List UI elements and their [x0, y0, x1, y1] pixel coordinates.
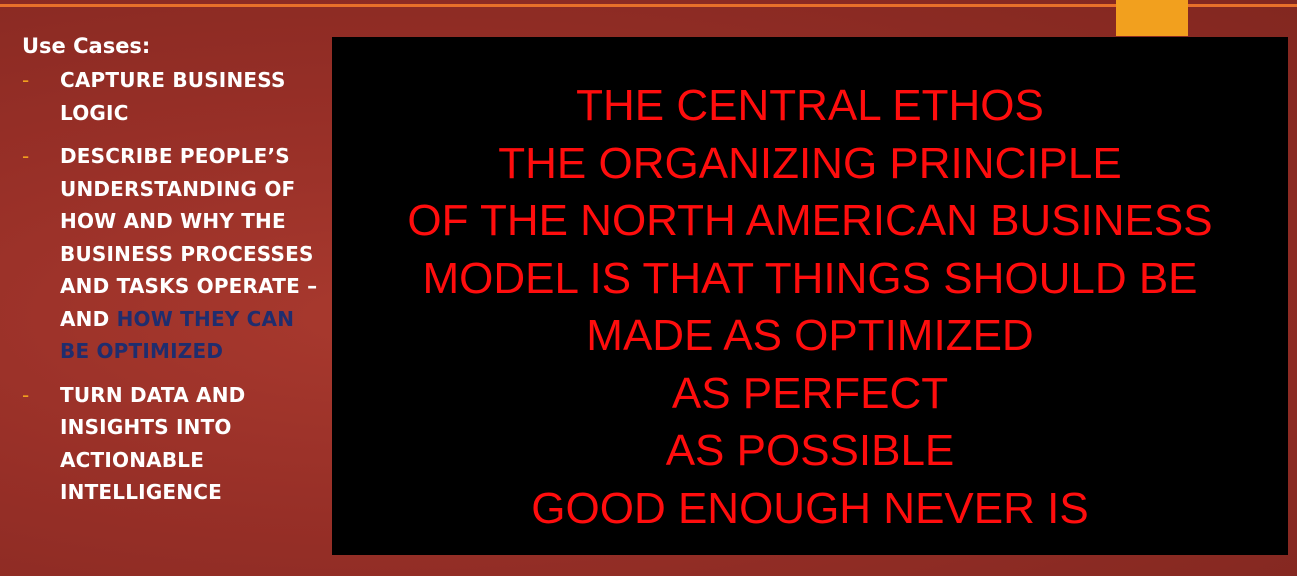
use-cases-list: - CAPTURE BUSINESS LOGIC - DESCRIBE PEOP… [22, 64, 330, 509]
use-case-text: TURN DATA AND INSIGHTS INTO ACTIONABLE I… [60, 382, 246, 505]
ethos-panel: THE CENTRAL ETHOS THE ORGANIZING PRINCIP… [332, 37, 1288, 555]
bullet-dash-icon: - [22, 382, 30, 407]
bullet-dash-icon: - [22, 144, 30, 168]
ethos-line: AS POSSIBLE [665, 426, 955, 475]
use-case-item-turn-data: - TURN DATA AND INSIGHTS INTO ACTIONABLE… [22, 379, 330, 509]
ethos-line: MADE AS OPTIMIZED [586, 311, 1034, 360]
ethos-line: GOOD ENOUGH NEVER IS [531, 483, 1089, 533]
ethos-line: OF THE NORTH AMERICAN BUSINESS [407, 196, 1213, 245]
ethos-line: THE ORGANIZING PRINCIPLE [498, 138, 1122, 188]
use-cases-panel: Use Cases: - CAPTURE BUSINESS LOGIC - DE… [22, 30, 330, 520]
bullet-dash-icon: - [22, 68, 30, 92]
use-case-item-describe-understanding: - DESCRIBE PEOPLE’S UNDERSTANDING OF HOW… [22, 140, 330, 368]
orange-accent-tab [1116, 0, 1188, 36]
ethos-line: AS PERFECT [671, 368, 949, 418]
ethos-line: MODEL IS THAT THINGS SHOULD BE [422, 253, 1198, 303]
use-case-text: CAPTURE BUSINESS LOGIC [60, 68, 286, 125]
use-cases-heading: Use Cases: [22, 34, 151, 58]
use-case-item-capture-logic: - CAPTURE BUSINESS LOGIC [22, 64, 330, 129]
top-accent-line [0, 4, 1297, 7]
ethos-quote: THE CENTRAL ETHOS THE ORGANIZING PRINCIP… [332, 77, 1288, 537]
use-case-text: DESCRIBE PEOPLE’S UNDERSTANDING OF HOW A… [60, 144, 318, 331]
ethos-line: THE CENTRAL ETHOS [576, 81, 1044, 130]
